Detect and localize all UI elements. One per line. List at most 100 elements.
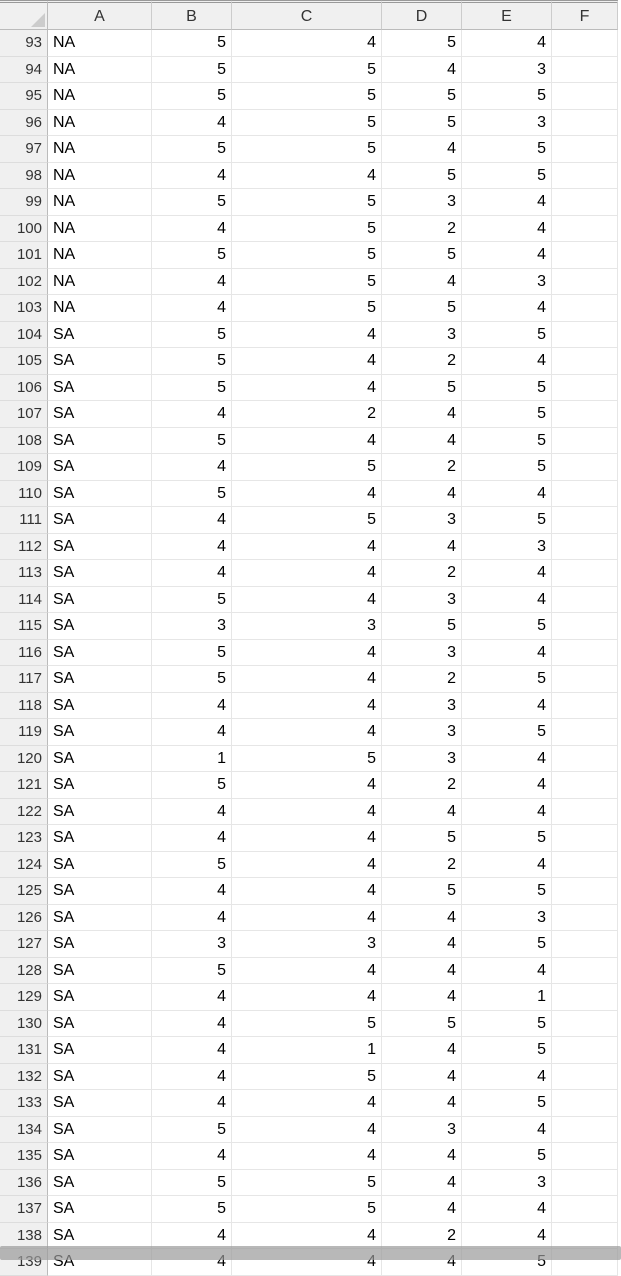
cell-a-120[interactable]: SA	[48, 746, 152, 773]
cell-e-109[interactable]: 5	[462, 454, 552, 481]
cell-b-100[interactable]: 4	[152, 216, 232, 243]
cell-c-131[interactable]: 1	[232, 1037, 382, 1064]
cell-a-102[interactable]: NA	[48, 269, 152, 296]
cell-e-97[interactable]: 5	[462, 136, 552, 163]
cell-e-103[interactable]: 4	[462, 295, 552, 322]
cell-d-99[interactable]: 3	[382, 189, 462, 216]
cell-c-96[interactable]: 5	[232, 110, 382, 137]
cell-c-135[interactable]: 4	[232, 1143, 382, 1170]
cell-d-135[interactable]: 4	[382, 1143, 462, 1170]
cell-d-122[interactable]: 4	[382, 799, 462, 826]
row-header-130[interactable]: 130	[0, 1011, 48, 1038]
cell-c-103[interactable]: 5	[232, 295, 382, 322]
row-header-117[interactable]: 117	[0, 666, 48, 693]
cell-d-127[interactable]: 4	[382, 931, 462, 958]
cell-e-108[interactable]: 5	[462, 428, 552, 455]
cell-a-112[interactable]: SA	[48, 534, 152, 561]
cell-b-112[interactable]: 4	[152, 534, 232, 561]
cell-c-127[interactable]: 3	[232, 931, 382, 958]
cell-b-127[interactable]: 3	[152, 931, 232, 958]
cell-c-128[interactable]: 4	[232, 958, 382, 985]
row-header-105[interactable]: 105	[0, 348, 48, 375]
cell-c-105[interactable]: 4	[232, 348, 382, 375]
row-header-133[interactable]: 133	[0, 1090, 48, 1117]
cell-c-120[interactable]: 5	[232, 746, 382, 773]
cell-d-134[interactable]: 3	[382, 1117, 462, 1144]
cell-b-126[interactable]: 4	[152, 905, 232, 932]
cell-a-104[interactable]: SA	[48, 322, 152, 349]
row-header-94[interactable]: 94	[0, 57, 48, 84]
cell-e-134[interactable]: 4	[462, 1117, 552, 1144]
column-header-b[interactable]: B	[152, 0, 232, 30]
cell-d-120[interactable]: 3	[382, 746, 462, 773]
cell-e-121[interactable]: 4	[462, 772, 552, 799]
row-header-107[interactable]: 107	[0, 401, 48, 428]
cell-f-121[interactable]	[552, 772, 618, 799]
cell-d-137[interactable]: 4	[382, 1196, 462, 1223]
cell-b-99[interactable]: 5	[152, 189, 232, 216]
spreadsheet-grid[interactable]: ABCDEF93NA545494NA554395NA555596NA455397…	[0, 0, 621, 1276]
row-header-112[interactable]: 112	[0, 534, 48, 561]
row-header-135[interactable]: 135	[0, 1143, 48, 1170]
cell-f-94[interactable]	[552, 57, 618, 84]
row-header-111[interactable]: 111	[0, 507, 48, 534]
cell-f-117[interactable]	[552, 666, 618, 693]
row-header-137[interactable]: 137	[0, 1196, 48, 1223]
cell-d-131[interactable]: 4	[382, 1037, 462, 1064]
cell-f-102[interactable]	[552, 269, 618, 296]
cell-e-124[interactable]: 4	[462, 852, 552, 879]
cell-f-130[interactable]	[552, 1011, 618, 1038]
cell-c-106[interactable]: 4	[232, 375, 382, 402]
cell-c-111[interactable]: 5	[232, 507, 382, 534]
cell-f-111[interactable]	[552, 507, 618, 534]
cell-d-136[interactable]: 4	[382, 1170, 462, 1197]
cell-b-105[interactable]: 5	[152, 348, 232, 375]
cell-c-113[interactable]: 4	[232, 560, 382, 587]
cell-e-133[interactable]: 5	[462, 1090, 552, 1117]
cell-c-97[interactable]: 5	[232, 136, 382, 163]
cell-f-96[interactable]	[552, 110, 618, 137]
cell-d-119[interactable]: 3	[382, 719, 462, 746]
cell-a-108[interactable]: SA	[48, 428, 152, 455]
cell-b-96[interactable]: 4	[152, 110, 232, 137]
cell-f-134[interactable]	[552, 1117, 618, 1144]
cell-a-93[interactable]: NA	[48, 30, 152, 57]
cell-c-94[interactable]: 5	[232, 57, 382, 84]
row-header-114[interactable]: 114	[0, 587, 48, 614]
cell-b-130[interactable]: 4	[152, 1011, 232, 1038]
cell-d-104[interactable]: 3	[382, 322, 462, 349]
cell-d-117[interactable]: 2	[382, 666, 462, 693]
cell-d-111[interactable]: 3	[382, 507, 462, 534]
row-header-96[interactable]: 96	[0, 110, 48, 137]
row-header-125[interactable]: 125	[0, 878, 48, 905]
cell-c-107[interactable]: 2	[232, 401, 382, 428]
select-all-corner[interactable]	[0, 0, 48, 30]
cell-f-113[interactable]	[552, 560, 618, 587]
cell-f-104[interactable]	[552, 322, 618, 349]
cell-e-128[interactable]: 4	[462, 958, 552, 985]
cell-b-120[interactable]: 1	[152, 746, 232, 773]
cell-b-107[interactable]: 4	[152, 401, 232, 428]
cell-c-126[interactable]: 4	[232, 905, 382, 932]
cell-e-127[interactable]: 5	[462, 931, 552, 958]
cell-f-107[interactable]	[552, 401, 618, 428]
cell-f-127[interactable]	[552, 931, 618, 958]
cell-f-99[interactable]	[552, 189, 618, 216]
column-header-d[interactable]: D	[382, 0, 462, 30]
row-header-126[interactable]: 126	[0, 905, 48, 932]
cell-d-129[interactable]: 4	[382, 984, 462, 1011]
cell-a-124[interactable]: SA	[48, 852, 152, 879]
cell-f-128[interactable]	[552, 958, 618, 985]
cell-f-110[interactable]	[552, 481, 618, 508]
cell-c-115[interactable]: 3	[232, 613, 382, 640]
cell-f-95[interactable]	[552, 83, 618, 110]
cell-a-110[interactable]: SA	[48, 481, 152, 508]
cell-d-112[interactable]: 4	[382, 534, 462, 561]
cell-a-97[interactable]: NA	[48, 136, 152, 163]
cell-c-129[interactable]: 4	[232, 984, 382, 1011]
cell-b-114[interactable]: 5	[152, 587, 232, 614]
cell-a-107[interactable]: SA	[48, 401, 152, 428]
cell-e-118[interactable]: 4	[462, 693, 552, 720]
cell-b-108[interactable]: 5	[152, 428, 232, 455]
cell-d-126[interactable]: 4	[382, 905, 462, 932]
